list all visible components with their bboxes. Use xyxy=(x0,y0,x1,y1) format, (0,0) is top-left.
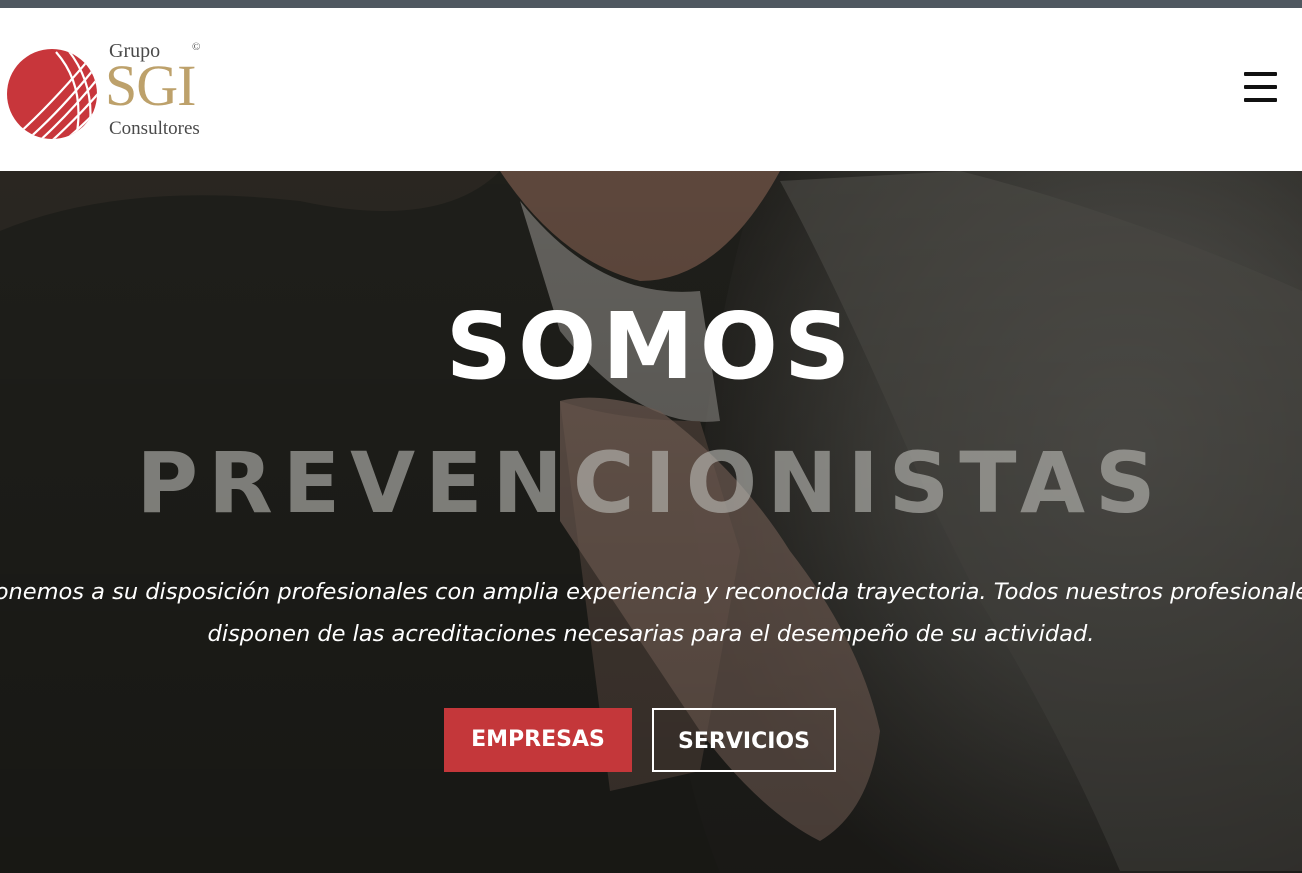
logo-consultores-text: Consultores xyxy=(109,118,200,139)
hero-section: SOMOS PREVENCIONISTAS Ponemos a su dispo… xyxy=(0,171,1302,873)
grupo-sgi-logo[interactable]: Grupo © SGI Consultores xyxy=(6,40,221,150)
logo-copyright-mark: © xyxy=(192,41,201,53)
menu-bar-top xyxy=(1244,72,1277,76)
site-header: Grupo © SGI Consultores xyxy=(0,8,1302,171)
hero-title: SOMOS xyxy=(445,293,857,400)
hero-description: Ponemos a su disposición profesionales c… xyxy=(0,571,1302,655)
menu-bar-bottom xyxy=(1244,98,1277,102)
hamburger-menu-icon[interactable] xyxy=(1240,70,1280,106)
logo-sgi-text: SGI xyxy=(105,53,196,118)
menu-bar-middle xyxy=(1244,85,1277,89)
hero-subtitle: PREVENCIONISTAS xyxy=(136,434,1166,532)
hero-description-line-1: Ponemos a su disposición profesionales c… xyxy=(0,579,1302,605)
browser-top-strip xyxy=(0,0,1302,8)
hero-description-line-2: disponen de las acreditaciones necesaria… xyxy=(207,621,1095,647)
empresas-button[interactable]: EMPRESAS xyxy=(444,708,632,772)
globe-logo-icon xyxy=(7,49,97,139)
servicios-button[interactable]: SERVICIOS xyxy=(652,708,836,772)
